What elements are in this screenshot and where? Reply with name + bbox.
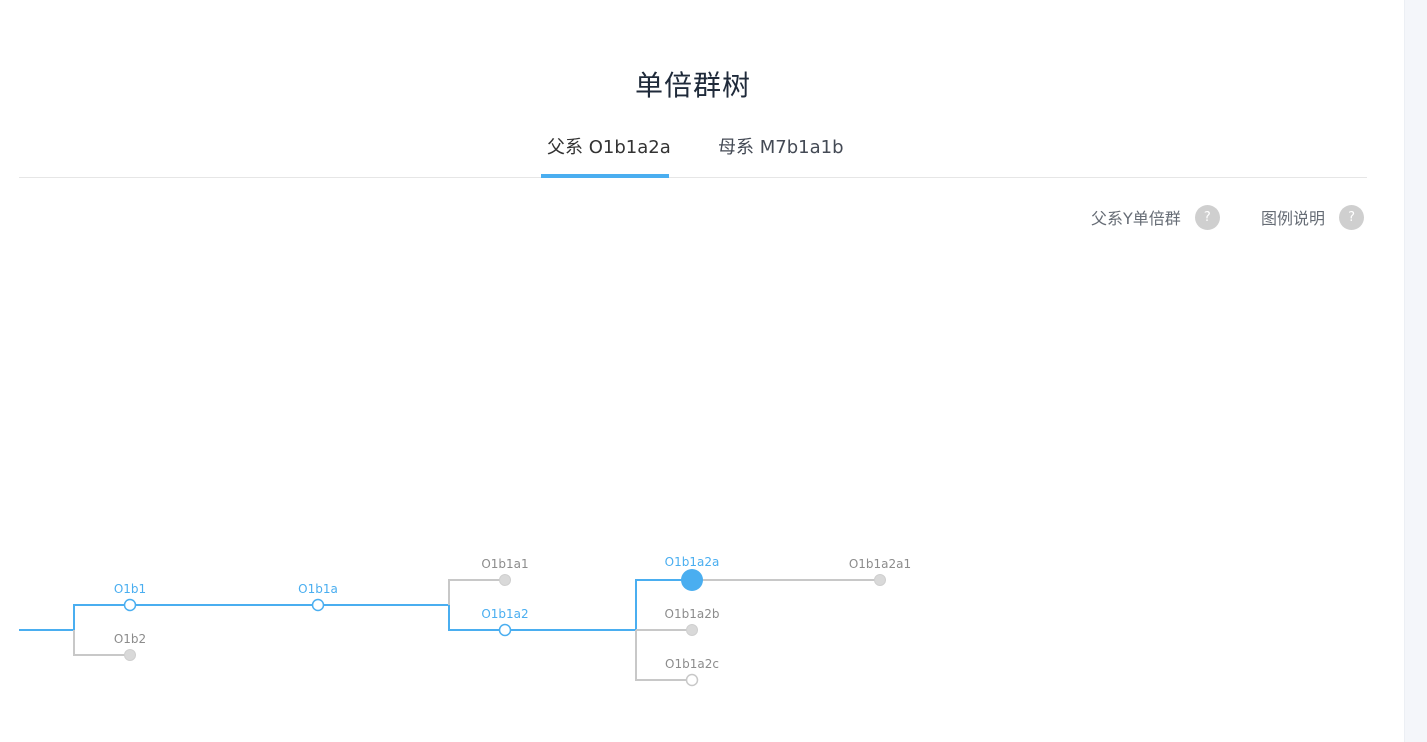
node-label: O1b1a2c [665,657,719,671]
tree-link-o1b1a1 [448,579,505,605]
tree-node-o1b1a2b[interactable]: O1b1a2b [665,607,720,636]
node-label: O1b1a1 [481,557,528,571]
tree-node-o1b1a2[interactable]: O1b1a2 [481,607,529,637]
node-marker [124,649,136,661]
tree-link-o1b1a2a [635,579,692,630]
node-label: O1b1 [114,582,146,596]
tree-links [19,579,880,681]
node-label: O1b1a2b [665,607,720,621]
node-label: O1b1a2a [665,555,720,569]
right-scroll-strip [1404,0,1427,742]
tree-node-o1b1a1[interactable]: O1b1a1 [481,557,529,586]
node-marker [123,598,137,612]
tree-link-o1b1 [73,604,130,630]
tree-node-o1b2[interactable]: O1b2 [114,632,146,661]
tree-nodes: O1b1 O1b2 O1b1a O1b1a1 O1b1a2 O1b1a2a O1b1a2b O… [114,555,911,687]
tree-node-o1b1a[interactable]: O1b1a [298,582,338,612]
tree-link-o1b1a2c [635,630,692,681]
node-marker [499,574,511,586]
node-marker [874,574,886,586]
node-label: O1b1a [298,582,338,596]
node-marker [681,569,703,591]
node-label: O1b1a2a1 [849,557,911,571]
node-marker [498,623,512,637]
haplogroup-tree: O1b1 O1b2 O1b1a O1b1a1 O1b1a2 O1b1a2a O1b1a2b O… [19,555,911,687]
node-marker [311,598,325,612]
tree-node-o1b1a2a1[interactable]: O1b1a2a1 [849,557,911,586]
node-marker [686,624,698,636]
node-label: O1b1a2 [481,607,528,621]
tree-node-o1b1a2c[interactable]: O1b1a2c [665,657,719,687]
tree-node-o1b1[interactable]: O1b1 [114,582,146,612]
node-label: O1b2 [114,632,146,646]
tree-node-o1b1a2a[interactable]: O1b1a2a [665,555,720,591]
node-marker [685,673,699,687]
